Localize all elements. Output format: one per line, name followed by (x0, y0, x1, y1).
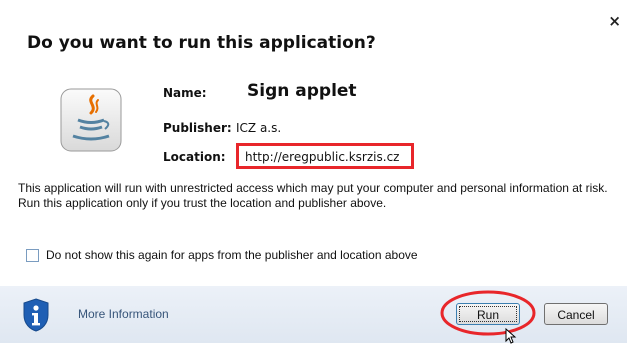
run-button-label: Run (459, 306, 517, 322)
do-not-show-again-checkbox[interactable] (26, 248, 39, 262)
location-value: http://eregpublic.ksrzis.cz (245, 150, 400, 164)
name-value: Sign applet (247, 81, 357, 101)
mouse-cursor-icon (505, 328, 517, 344)
publisher-label: Publisher: (163, 121, 232, 135)
close-icon[interactable]: × (608, 14, 621, 29)
run-button[interactable]: Run (456, 303, 520, 325)
info-shield-icon (23, 298, 49, 332)
warning-text: This application will run with unrestric… (18, 181, 608, 210)
do-not-show-again-row[interactable]: Do not show this again for apps from the… (26, 248, 418, 262)
publisher-value: ICZ a.s. (236, 121, 282, 135)
java-security-dialog: × Do you want to run this application? N… (0, 0, 627, 344)
do-not-show-again-label[interactable]: Do not show this again for apps from the… (46, 248, 418, 262)
name-label: Name: (163, 86, 207, 100)
java-cup-icon (60, 88, 122, 152)
location-label: Location: (163, 150, 226, 164)
cancel-button[interactable]: Cancel (544, 303, 608, 325)
more-information-link[interactable]: More Information (78, 307, 169, 321)
dialog-title: Do you want to run this application? (27, 33, 376, 53)
